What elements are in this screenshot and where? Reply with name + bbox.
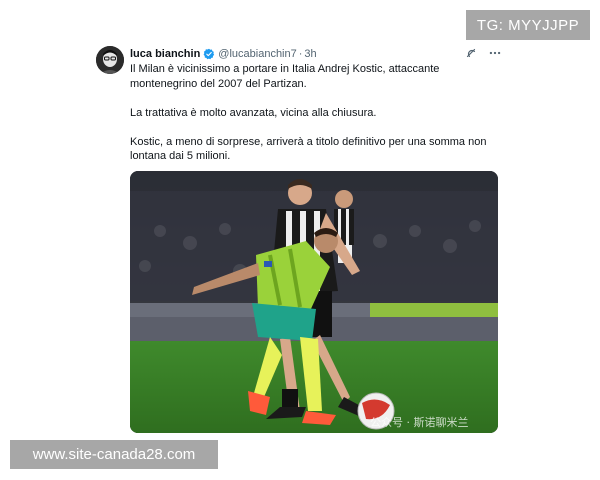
football-photo	[130, 171, 498, 433]
tweet-paragraph: La trattativa è molto avanzata, vicina a…	[130, 106, 377, 119]
site-badge: www.site-canada28.com	[10, 440, 218, 469]
post-time[interactable]: 3h	[304, 48, 316, 60]
display-name[interactable]: luca bianchin	[130, 48, 200, 60]
verified-badge-icon	[203, 48, 215, 60]
header-actions	[464, 46, 502, 60]
tg-badge: TG: MYYJJPP	[466, 10, 590, 40]
tweet-paragraph: Kostic, a meno di sorprese, arriverà a t…	[130, 135, 487, 163]
more-icon[interactable]	[488, 46, 502, 60]
user-handle[interactable]: @lucabianchin7	[218, 48, 296, 60]
tweet-text: Il Milan è vicinissimo a portare in Ital…	[130, 62, 502, 164]
avatar[interactable]	[96, 46, 124, 74]
tweet-paragraph: Il Milan è vicinissimo a portare in Ital…	[130, 63, 440, 90]
grok-icon[interactable]	[464, 46, 478, 60]
tweet-media-photo[interactable]	[130, 171, 498, 433]
media-watermark: 公众号 · 斯诺聊米兰	[370, 416, 469, 429]
tweet-header: luca bianchin @lucabianchin7 · 3h	[130, 46, 502, 62]
separator-dot: ·	[298, 48, 303, 60]
